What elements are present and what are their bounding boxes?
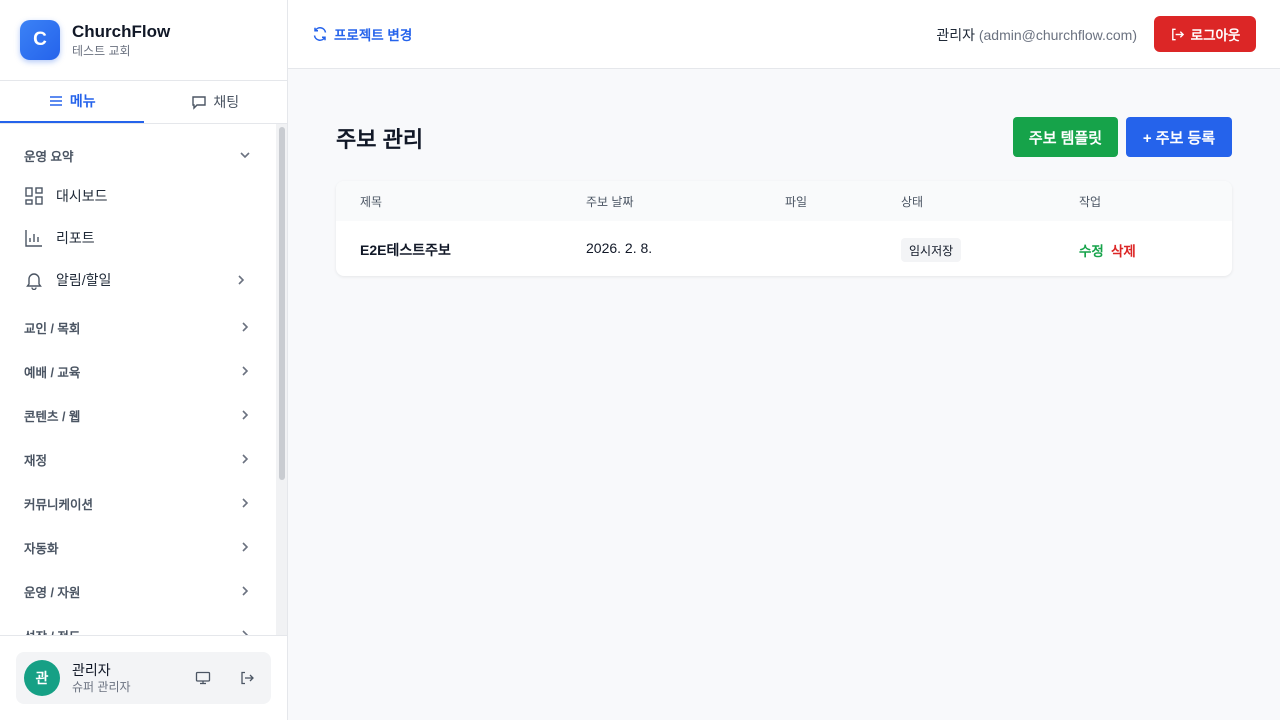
- add-bulletin-button[interactable]: + 주보 등록: [1126, 117, 1232, 157]
- group-summary[interactable]: 운영 요약: [0, 133, 276, 177]
- dashboard-grid-icon: [25, 187, 43, 205]
- tab-menu[interactable]: 메뉴: [0, 81, 144, 123]
- bulletin-table: 제목 주보 날짜 파일 상태 작업 E2E테스트주보 2026. 2. 8. 임…: [336, 181, 1232, 276]
- group-label: 성장 / 전도: [24, 626, 80, 636]
- group-label: 자동화: [24, 541, 59, 556]
- refresh-icon: [313, 27, 327, 41]
- group-label: 교인 / 목회: [24, 321, 81, 336]
- chevron-right-icon: [242, 366, 249, 376]
- logout-icon: [1171, 28, 1184, 40]
- project-change-button[interactable]: 프로젝트 변경: [312, 24, 412, 44]
- user-card[interactable]: 관 관리자 슈퍼 관리자: [16, 652, 271, 704]
- brand-name: ChurchFlow: [72, 21, 171, 41]
- avatar[interactable]: 관: [24, 660, 60, 696]
- chevron-down-icon: [240, 152, 250, 159]
- chevron-right-icon: [242, 630, 249, 635]
- menu-lines-icon: [49, 96, 62, 106]
- chevron-right-icon: [242, 542, 249, 552]
- group-summary-label: 운영 요약: [24, 149, 74, 164]
- sidebar-item-alerts[interactable]: 알림/할일: [0, 259, 276, 301]
- group-content[interactable]: 콘텐츠 / 웹: [0, 393, 276, 437]
- monitor-icon: [195, 671, 211, 685]
- bar-chart-icon: [25, 230, 42, 247]
- tab-chat[interactable]: 채팅: [144, 81, 288, 123]
- group-label: 운영 / 자원: [24, 585, 81, 600]
- user-name: 관리자: [72, 662, 111, 678]
- sidebar-tabs: 메뉴 채팅: [0, 81, 287, 124]
- chevron-right-icon: [242, 498, 249, 508]
- logout-label: 로그아웃: [1190, 28, 1241, 43]
- group-label: 커뮤니케이션: [24, 497, 94, 512]
- group-operations[interactable]: 운영 / 자원: [0, 569, 276, 613]
- tab-menu-label: 메뉴: [69, 93, 96, 109]
- project-change-label: 프로젝트 변경: [334, 28, 413, 43]
- chevron-right-icon: [242, 586, 249, 596]
- sidebar-item-label: 대시보드: [56, 188, 108, 204]
- cell-date: 2026. 2. 8.: [586, 240, 653, 256]
- sidebar-item-report[interactable]: 리포트: [0, 217, 276, 259]
- admin-name: 관리자: [936, 27, 975, 43]
- chevron-right-icon: [242, 454, 249, 464]
- sidebar-item-label: 알림/할일: [56, 272, 112, 288]
- table-header: 제목 주보 날짜 파일 상태 작업: [336, 181, 1232, 221]
- chat-bubble-icon: [192, 96, 207, 110]
- church-name: 테스트 교회: [72, 43, 131, 58]
- brand-logo[interactable]: C: [20, 20, 60, 60]
- admin-info: 관리자 (admin@churchflow.com): [936, 25, 1137, 45]
- column-header-file: 파일: [785, 195, 808, 209]
- page-title: 주보 관리: [336, 127, 424, 152]
- column-header-actions: 작업: [1079, 195, 1102, 209]
- sidebar-item-dashboard[interactable]: 대시보드: [0, 175, 276, 217]
- group-growth[interactable]: 성장 / 전도: [0, 613, 276, 635]
- sidebar-scrollbar[interactable]: [279, 127, 285, 480]
- group-automation[interactable]: 자동화: [0, 525, 276, 569]
- admin-email: (admin@churchflow.com): [978, 27, 1137, 43]
- sidebar-item-label: 리포트: [56, 230, 95, 246]
- column-header-date: 주보 날짜: [586, 195, 634, 209]
- brand-header: C ChurchFlow 테스트 교회: [0, 0, 287, 81]
- cell-title: E2E테스트주보: [360, 242, 451, 258]
- column-header-status: 상태: [901, 195, 924, 209]
- sidebar-logout-button[interactable]: [236, 667, 258, 689]
- group-members[interactable]: 교인 / 목회: [0, 305, 276, 349]
- sidebar: C ChurchFlow 테스트 교회 메뉴 채팅 운영 요약 대시보드 리포트: [0, 0, 288, 720]
- status-badge: 임시저장: [901, 238, 962, 262]
- sidebar-menu[interactable]: 운영 요약 대시보드 리포트 알림/할일 교인 / 목회 예배 / 교육 콘텐츠…: [0, 124, 287, 635]
- edit-link[interactable]: 수정: [1079, 240, 1104, 260]
- group-worship[interactable]: 예배 / 교육: [0, 349, 276, 393]
- display-mode-button[interactable]: [192, 667, 214, 689]
- chevron-right-icon: [238, 275, 245, 285]
- group-label: 콘텐츠 / 웹: [24, 409, 81, 424]
- bulletin-template-button[interactable]: 주보 템플릿: [1013, 117, 1118, 157]
- logout-button[interactable]: 로그아웃: [1154, 16, 1256, 52]
- bell-icon: [26, 273, 42, 290]
- group-label: 재정: [24, 453, 48, 468]
- group-label: 예배 / 교육: [24, 365, 81, 380]
- chevron-right-icon: [242, 322, 249, 332]
- tab-chat-label: 채팅: [213, 94, 240, 110]
- logout-icon: [241, 671, 254, 685]
- chevron-right-icon: [242, 410, 249, 420]
- group-finance[interactable]: 재정: [0, 437, 276, 481]
- column-header-title: 제목: [360, 195, 383, 209]
- user-role: 슈퍼 관리자: [72, 680, 131, 694]
- delete-link[interactable]: 삭제: [1111, 240, 1136, 260]
- group-communication[interactable]: 커뮤니케이션: [0, 481, 276, 525]
- top-bar: 프로젝트 변경 관리자 (admin@churchflow.com) 로그아웃: [288, 0, 1280, 69]
